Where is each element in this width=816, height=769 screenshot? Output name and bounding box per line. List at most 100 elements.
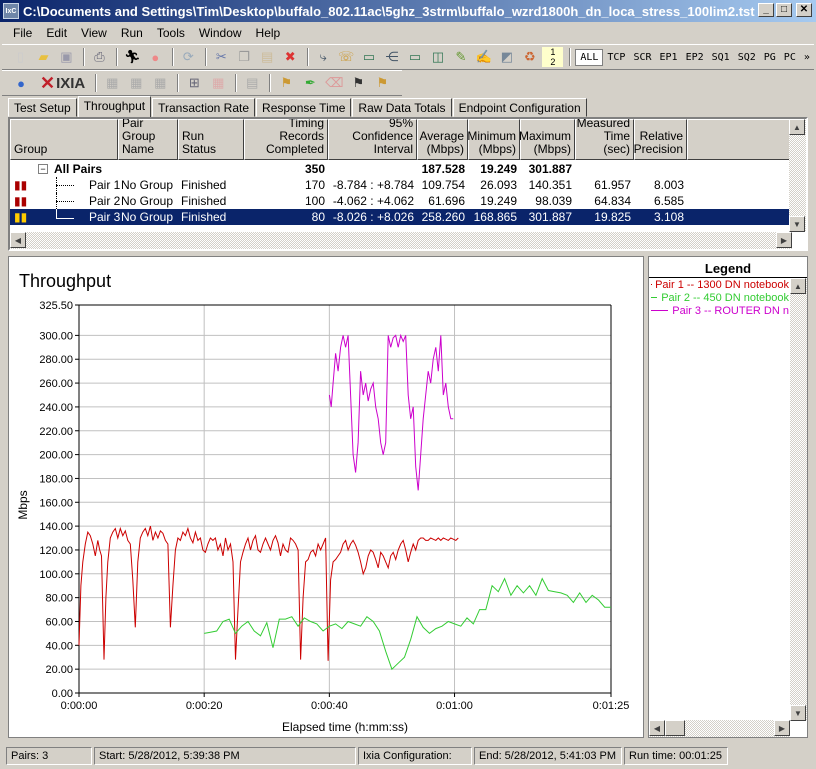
filter-pc[interactable]: PC [780, 50, 800, 65]
save-icon[interactable]: ▣ [56, 47, 77, 67]
eraser-icon[interactable]: ⌫ [323, 73, 345, 93]
print-icon[interactable]: ⎙ [89, 47, 110, 67]
stop-icon[interactable]: ● [145, 47, 166, 67]
filter-sq1[interactable]: SQ1 [708, 50, 734, 65]
col-timing-records[interactable]: Timing Records Completed [244, 119, 328, 160]
relative-precision: 3.108 [653, 210, 684, 224]
tab-test-setup[interactable]: Test Setup [8, 98, 77, 117]
sort-icon[interactable]: 12 [542, 47, 564, 67]
pin-icon[interactable]: ✒ [299, 73, 321, 93]
legend-item-pair-1[interactable]: Pair 1 -- 1300 DN notebook [649, 278, 789, 291]
close-button[interactable]: ✕ [796, 3, 812, 17]
y-tick-label: 325.50 [39, 300, 73, 312]
edit-script-icon[interactable]: ✎ [450, 47, 471, 67]
summary-row[interactable]: − All Pairs 350 187.528 19.249 301.887 [10, 161, 792, 177]
open-icon[interactable]: ▰ [33, 47, 54, 67]
paste-icon[interactable]: ▤ [257, 47, 278, 67]
scroll-left-button[interactable]: ◀ [10, 232, 26, 248]
flag-folder-icon[interactable]: ⚑ [275, 73, 297, 93]
tab-raw-data-totals[interactable]: Raw Data Totals [352, 98, 452, 117]
col-relative-precision[interactable]: Relative Precision [634, 119, 687, 160]
copy-icon[interactable]: ❐ [234, 47, 255, 67]
new-icon[interactable]: ▯ [10, 47, 31, 67]
collapse-toggle[interactable]: − [38, 164, 48, 174]
tab-endpoint-configuration[interactable]: Endpoint Configuration [452, 98, 587, 117]
filter-all[interactable]: ALL [575, 48, 604, 66]
filter-ep2[interactable]: EP2 [682, 50, 708, 65]
filter-scr[interactable]: SCR [629, 50, 655, 65]
voip-icon[interactable]: ◫ [428, 47, 449, 67]
filter-sq2[interactable]: SQ2 [734, 50, 760, 65]
legend-item-pair-3[interactable]: Pair 3 -- ROUTER DN n [649, 304, 789, 317]
signature-icon[interactable]: ✍ [473, 47, 494, 67]
menu-run[interactable]: Run [114, 26, 150, 40]
scroll-up-button[interactable]: ▲ [789, 119, 805, 135]
menu-help[interactable]: Help [249, 26, 288, 40]
clipboard-icon[interactable]: ▤ [241, 73, 263, 93]
toolbar-overflow-button[interactable]: » [800, 50, 814, 65]
hardware-icon[interactable]: ◩ [496, 47, 517, 67]
tv-icon[interactable]: ▭ [359, 47, 380, 67]
measured-time: 61.957 [594, 178, 631, 192]
legend-vertical-scrollbar[interactable]: ▲ ▼ [790, 278, 807, 721]
filter-tcp[interactable]: TCP [603, 50, 629, 65]
scroll-down-button[interactable]: ▼ [789, 216, 805, 232]
maximize-button[interactable]: □ [776, 3, 792, 17]
legend-scroll-down[interactable]: ▼ [790, 705, 806, 721]
chart-icon-2[interactable]: ▦ [125, 73, 147, 93]
measured-time: 19.825 [594, 210, 631, 224]
refresh-icon[interactable]: ⟳ [178, 47, 199, 67]
tab-response-time[interactable]: Response Time [256, 98, 352, 117]
pair-chart-icon: ▮▮ [14, 178, 28, 192]
y-tick-label: 60.00 [45, 616, 73, 628]
flag-phone-icon[interactable]: ⚑ [371, 73, 393, 93]
col-measured-time[interactable]: Measured Time (sec) [575, 119, 634, 160]
y-tick-label: 220.00 [39, 426, 73, 438]
network-icon[interactable]: ⊞ [183, 73, 205, 93]
delete-icon[interactable]: ✖ [280, 47, 301, 67]
col-group[interactable]: Group [10, 119, 118, 160]
video-icon[interactable]: ▭ [405, 47, 426, 67]
legend-scroll-thumb[interactable] [665, 720, 685, 736]
menu-file[interactable]: File [6, 26, 39, 40]
menu-tools[interactable]: Tools [150, 26, 192, 40]
table-row[interactable]: ▮▮ Pair 1 No Group Finished 170 -8.784 :… [10, 177, 792, 193]
table-vertical-scrollbar[interactable]: ▲ ▼ [789, 119, 806, 232]
renew-icon[interactable]: ♻ [519, 47, 540, 67]
col-minimum[interactable]: Minimum (Mbps) [467, 119, 520, 160]
menu-view[interactable]: View [74, 26, 114, 40]
menu-edit[interactable]: Edit [39, 26, 74, 40]
flag-network-icon[interactable]: ⚑ [347, 73, 369, 93]
chart-icon-1[interactable]: ▦ [101, 73, 123, 93]
menu-window[interactable]: Window [192, 26, 249, 40]
table-row[interactable]: ▮▮ Pair 2 No Group Finished 100 -4.062 :… [10, 193, 792, 209]
col-run-status[interactable]: Run Status [178, 119, 244, 160]
minimize-button[interactable]: _ [758, 3, 774, 17]
chart-icon-4[interactable]: ▦ [207, 73, 229, 93]
maximum: 140.351 [528, 178, 572, 192]
cut-icon[interactable]: ✂ [211, 47, 232, 67]
multicast-icon[interactable]: ⋲ [382, 47, 403, 67]
table-row-selected[interactable]: ▮▮ Pair 3 No Group Finished 80 -8.026 : … [10, 209, 792, 225]
col-pair-group-name[interactable]: Pair Group Name [118, 119, 178, 160]
col-average[interactable]: Average (Mbps) [417, 119, 468, 160]
legend-item-pair-2[interactable]: Pair 2 -- 450 DN notebook [649, 291, 789, 304]
col-confidence[interactable]: 95% Confidence Interval [328, 119, 417, 160]
legend-scroll-right[interactable]: ▶ [774, 720, 790, 736]
filter-pg[interactable]: PG [760, 50, 780, 65]
col-maximum[interactable]: Maximum (Mbps) [519, 119, 575, 160]
pair-icon[interactable]: ⤷ [313, 47, 334, 67]
run-icon[interactable]: 🏃︎ [122, 47, 143, 67]
table-horizontal-scrollbar[interactable]: ◀ ▶ [10, 232, 792, 249]
phone-icon[interactable]: ☏ [336, 47, 357, 67]
chart-icon-3[interactable]: ▦ [149, 73, 171, 93]
tab-throughput[interactable]: Throughput [77, 96, 152, 117]
tab-transaction-rate[interactable]: Transaction Rate [152, 98, 256, 117]
minimum: 168.865 [473, 210, 517, 224]
scroll-right-button[interactable]: ▶ [776, 232, 792, 248]
legend-horizontal-scrollbar[interactable]: ◀ ▶ [649, 720, 790, 737]
legend-scroll-left[interactable]: ◀ [649, 720, 665, 736]
info-icon[interactable]: ● [10, 73, 32, 93]
filter-ep1[interactable]: EP1 [656, 50, 682, 65]
legend-scroll-up[interactable]: ▲ [790, 278, 806, 294]
